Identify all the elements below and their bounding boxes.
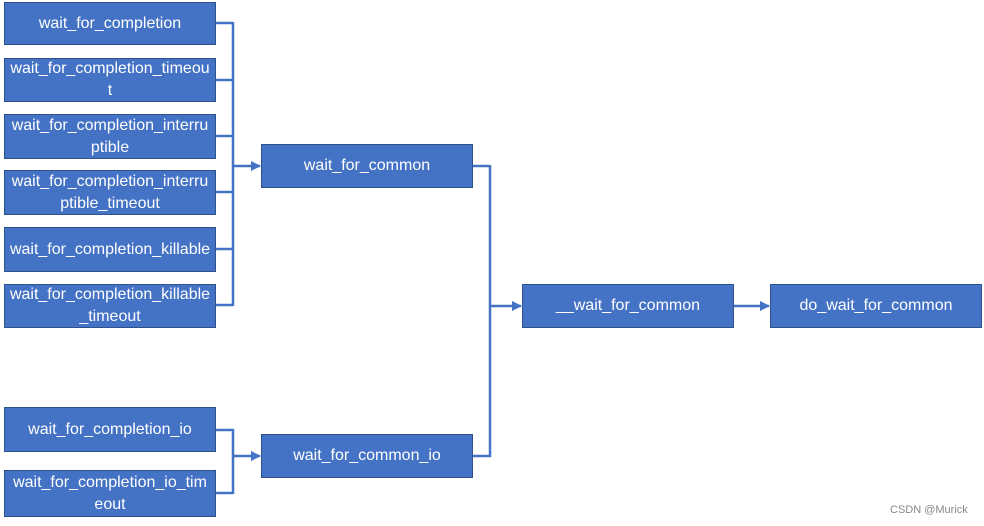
connector-group-2 (216, 428, 235, 495)
node-wait-for-completion-timeout: wait_for_completion_timeout (4, 58, 216, 102)
node-wait-for-common: wait_for_common (261, 144, 473, 188)
node-wait-for-completion-killable-timeout: wait_for_completion_killable_timeout (4, 284, 216, 328)
node-wait-for-completion-interruptible: wait_for_completion_interruptible (4, 114, 216, 159)
node-wait-for-completion: wait_for_completion (4, 2, 216, 45)
connector-group-3 (473, 164, 492, 458)
node-wait-for-completion-killable: wait_for_completion_killable (4, 227, 216, 272)
node-wait-for-completion-interruptible-timeout: wait_for_completion_interruptible_timeou… (4, 170, 216, 215)
node-wait-for-common-io: wait_for_common_io (261, 434, 473, 478)
node-core-wait-for-common: __wait_for_common (522, 284, 734, 328)
call-graph-diagram: wait_for_completion wait_for_completion_… (0, 0, 984, 526)
node-do-wait-for-common: do_wait_for_common (770, 284, 982, 328)
node-wait-for-completion-io: wait_for_completion_io (4, 407, 216, 452)
watermark: CSDN @Murick (890, 504, 968, 516)
connector-group-1 (216, 21, 235, 307)
node-wait-for-completion-io-timeout: wait_for_completion_io_timeout (4, 470, 216, 517)
